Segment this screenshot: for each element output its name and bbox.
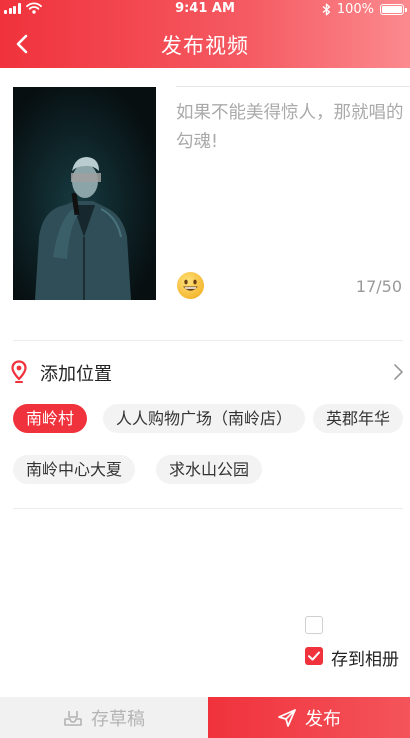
location-chip[interactable]: 人人购物广场（南岭店） xyxy=(103,404,306,433)
page-title: 发布视频 xyxy=(161,34,249,58)
save-album-label: 存到相册 xyxy=(331,650,399,670)
battery-icon xyxy=(380,4,407,15)
bluetooth-icon xyxy=(322,3,331,16)
char-counter: 17/50 xyxy=(355,277,402,296)
divider xyxy=(13,508,403,509)
video-thumbnail[interactable] xyxy=(13,87,156,300)
add-location-row[interactable]: 添加位置 xyxy=(0,356,410,388)
caption-top-divider xyxy=(176,86,410,87)
send-icon xyxy=(278,708,296,727)
caption-input[interactable]: 如果不能美得惊人，那就唱的勾魂! xyxy=(176,99,406,157)
save-album-checkbox[interactable] xyxy=(305,647,323,665)
publish-button[interactable]: 发布 xyxy=(208,697,410,738)
location-chip[interactable]: 南岭中心大夏 xyxy=(13,455,136,484)
location-chip[interactable]: 求水山公园 xyxy=(156,455,263,484)
save-draft-button[interactable]: 存草稿 xyxy=(0,697,208,738)
status-bar: 9:41 AM 100% xyxy=(0,0,410,20)
location-chip[interactable]: 南岭村 xyxy=(13,404,88,433)
divider xyxy=(13,340,403,341)
checkmark-icon xyxy=(308,651,320,661)
header: 9:41 AM 100% 发布视频 xyxy=(0,0,410,68)
save-draft-label: 存草稿 xyxy=(91,708,145,730)
unlabeled-checkbox[interactable] xyxy=(305,616,323,634)
emoji-button[interactable] xyxy=(176,271,205,300)
chevron-right-icon xyxy=(394,364,403,380)
add-location-label: 添加位置 xyxy=(40,364,112,385)
location-pin-icon xyxy=(11,360,27,383)
inbox-tray-icon xyxy=(64,710,82,726)
battery-percent: 100% xyxy=(336,2,374,17)
location-chip[interactable]: 英郡年华 xyxy=(313,404,404,433)
nav-bar: 发布视频 xyxy=(0,20,410,68)
smile-emoji-icon xyxy=(177,272,204,299)
publish-label: 发布 xyxy=(305,708,341,730)
